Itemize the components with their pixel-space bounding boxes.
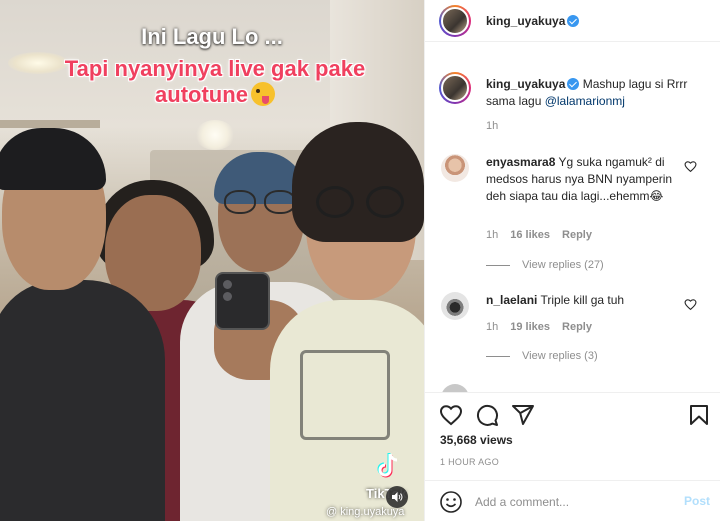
person-1-body bbox=[0, 280, 165, 521]
author-avatar[interactable] bbox=[439, 5, 471, 37]
view-replies-label: View replies (27) bbox=[522, 259, 604, 271]
comment-input[interactable] bbox=[475, 492, 665, 512]
smile-icon[interactable] bbox=[439, 490, 463, 514]
heart-icon[interactable] bbox=[439, 403, 463, 427]
author-name-row: king_uyakuya bbox=[486, 14, 580, 28]
phone-in-hand bbox=[215, 272, 270, 330]
comments-list[interactable]: king_uyakuya Mashup lagu si Rrrr sama la… bbox=[425, 54, 720, 392]
comment-likes[interactable]: 19 likes bbox=[510, 321, 550, 333]
post-timestamp[interactable]: 1 HOUR AGO bbox=[440, 457, 499, 467]
comment-time[interactable]: 1h bbox=[486, 321, 498, 333]
comment-username[interactable]: enyasmara8 bbox=[486, 155, 555, 169]
zany-face-emoji-icon bbox=[250, 82, 275, 106]
comment-reply-button[interactable]: Reply bbox=[562, 229, 592, 241]
video-ceiling-light bbox=[195, 120, 235, 150]
comment-like-heart-icon[interactable] bbox=[684, 160, 697, 173]
caption-author-username[interactable]: king_uyakuya bbox=[486, 77, 565, 91]
person-4-hair bbox=[292, 122, 424, 242]
tiktok-handle: @ king.uyakuya bbox=[326, 506, 405, 518]
view-replies-button[interactable]: View replies (27) bbox=[486, 259, 604, 271]
comment-text: Triple kill ga tuh bbox=[540, 293, 625, 307]
comment-meta: 1h 19 likes Reply bbox=[486, 321, 592, 333]
add-comment-bar: Post bbox=[425, 480, 720, 521]
comment-avatar[interactable] bbox=[441, 154, 469, 182]
comment-like-heart-icon[interactable] bbox=[684, 298, 697, 311]
comment-item: enyasmara8 Yg suka ngamuk² di medsos har… bbox=[486, 154, 686, 205]
comment-meta: 1h 16 likes Reply bbox=[486, 229, 592, 241]
post-sidebar: king_uyakuya king_uyakuya Mashup lagu si… bbox=[424, 0, 720, 521]
post-video[interactable]: Ini Lagu Lo ... Tapi nyanyinya live gak … bbox=[0, 0, 424, 521]
view-replies-dash bbox=[486, 264, 510, 266]
comment-icon[interactable] bbox=[475, 403, 499, 427]
video-caption-line-2-text: Tapi nyanyinya live gak pake autotune bbox=[64, 56, 366, 107]
comment-avatar[interactable] bbox=[441, 384, 469, 392]
verified-badge-icon bbox=[567, 78, 580, 90]
verified-badge-icon bbox=[567, 15, 580, 27]
person-4-shirt-print bbox=[300, 350, 390, 440]
caption-mention-link[interactable]: @lalamarionmj bbox=[545, 94, 625, 108]
person-3-glasses bbox=[224, 190, 300, 216]
view-replies-dash bbox=[486, 355, 510, 357]
author-username[interactable]: king_uyakuya bbox=[486, 14, 565, 28]
caption-timestamp[interactable]: 1h bbox=[486, 120, 498, 132]
comment-avatar[interactable] bbox=[441, 292, 469, 320]
comment-item: n_laelani Triple kill ga tuh bbox=[486, 292, 686, 309]
speaker-icon bbox=[392, 492, 403, 502]
mute-button[interactable] bbox=[386, 486, 408, 508]
view-replies-button[interactable]: View replies (3) bbox=[486, 350, 598, 362]
view-count[interactable]: 35,668 views bbox=[440, 433, 513, 447]
comment-time[interactable]: 1h bbox=[486, 229, 498, 241]
tiktok-logo-icon bbox=[377, 453, 398, 478]
post-actions: 35,668 views 1 HOUR AGO bbox=[425, 392, 720, 480]
comment-username[interactable]: n_laelani bbox=[486, 293, 537, 307]
post-header: king_uyakuya bbox=[425, 0, 720, 42]
video-caption-line-2: Tapi nyanyinya live gak pake autotune bbox=[30, 56, 400, 108]
caption-author-avatar[interactable] bbox=[439, 72, 471, 104]
comment-likes[interactable]: 16 likes bbox=[510, 229, 550, 241]
view-replies-label: View replies (3) bbox=[522, 350, 598, 362]
video-shelf bbox=[0, 120, 100, 128]
comment-reply-button[interactable]: Reply bbox=[562, 321, 592, 333]
bookmark-icon[interactable] bbox=[687, 403, 711, 427]
caption-text: king_uyakuya Mashup lagu si Rrrr sama la… bbox=[486, 76, 704, 110]
person-4-glasses bbox=[316, 186, 406, 222]
video-caption-line-1: Ini Lagu Lo ... bbox=[141, 24, 283, 49]
post-comment-button[interactable]: Post bbox=[684, 494, 710, 508]
paper-plane-icon[interactable] bbox=[511, 403, 535, 427]
